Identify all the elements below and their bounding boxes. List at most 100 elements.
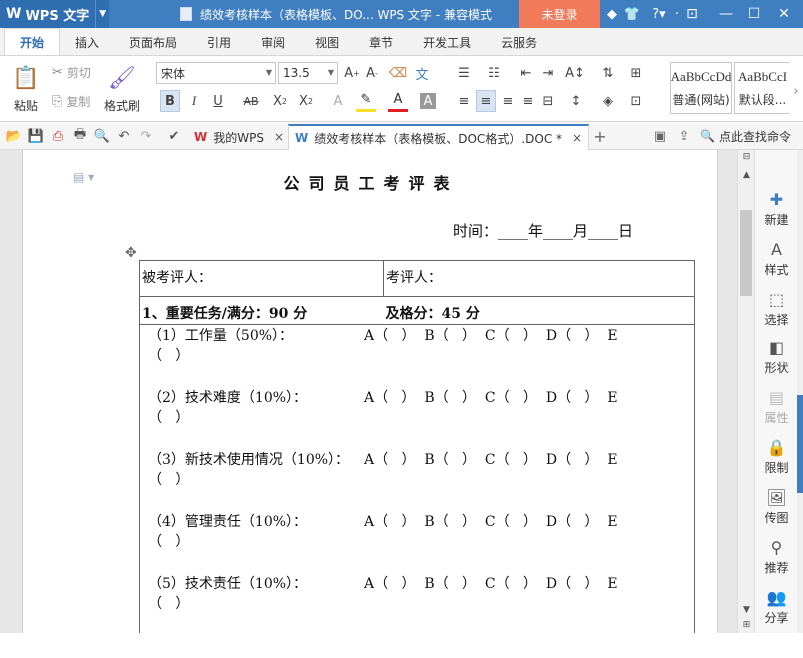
align-center-icon[interactable]: ≡ [476, 90, 496, 112]
close-icon[interactable]: × [572, 131, 582, 145]
close-icon[interactable]: × [274, 130, 284, 144]
window-title-text: 绩效考核样本（表格模板、DO... WPS 文字 - 兼容模式 [200, 7, 492, 22]
tab-developer[interactable]: 开发工具 [408, 29, 486, 55]
tab-section[interactable]: 章节 [354, 29, 408, 55]
tab-page-layout[interactable]: 页面布局 [114, 29, 192, 55]
clear-format-icon[interactable]: ⌫ [388, 62, 408, 84]
numbering-icon[interactable]: ☷ [484, 62, 504, 84]
pane-toggle-handle[interactable] [797, 395, 803, 493]
font-size-select[interactable]: 13.5 ▼ [278, 62, 338, 84]
shading-icon[interactable]: ◈ [598, 90, 618, 112]
strikethrough-icon[interactable]: AB [238, 90, 264, 112]
help-icon[interactable]: ?▾ [648, 0, 670, 28]
bold-icon[interactable]: B [160, 90, 180, 112]
new-tab-button[interactable]: + [590, 126, 610, 146]
document-area: ▤ ▾ 公司员工考评表 时间：____年____月____日 ✥ 被考评人： 考… [0, 150, 737, 633]
evaluator-cell[interactable]: 考评人： [383, 260, 695, 297]
undo-icon[interactable]: ↶ [114, 126, 134, 146]
collapse-icon[interactable]: ⊟ [738, 152, 755, 162]
taskpane-restrict[interactable]: 🔒 限制 [755, 438, 798, 476]
bullets-icon[interactable]: ☰ [454, 62, 474, 84]
tab-references[interactable]: 引用 [192, 29, 246, 55]
taskpane-upload-image[interactable]: 🖼 传图 [755, 488, 798, 526]
vertical-scrollbar[interactable]: ⊟ ▲ ▼ ⊞ [737, 150, 754, 633]
increase-indent-icon[interactable]: ⇥ [538, 62, 558, 84]
subscript-icon[interactable]: X2 [296, 90, 316, 112]
taskpane-property[interactable]: ▤ 属性 [755, 388, 798, 426]
doc-tab-label: 我的WPS [213, 130, 264, 145]
taskpane-style[interactable]: A 样式 [755, 240, 798, 278]
scroll-down-icon[interactable]: ▼ [738, 605, 755, 615]
taskpane-select[interactable]: ⬚ 选择 [755, 290, 798, 328]
text-effect-icon[interactable]: A [328, 90, 348, 112]
highlight-icon[interactable]: ✎ [356, 90, 376, 112]
share-doc-icon[interactable]: ⇪ [674, 126, 694, 146]
superscript-icon[interactable]: X2 [270, 90, 290, 112]
evaluatee-cell[interactable]: 被考评人： [139, 260, 384, 297]
copy-button[interactable]: ⎘ 复制 [52, 90, 90, 112]
restore-ribbon-icon[interactable]: ⊡ [678, 0, 706, 28]
task-name: （1）工作量（50%）： [148, 328, 294, 344]
italic-icon[interactable]: I [184, 90, 204, 112]
minimize-button[interactable]: — [712, 0, 740, 28]
style-gallery-more-icon[interactable]: › [790, 80, 802, 102]
app-menu-dropdown-icon[interactable]: ▼ [95, 0, 110, 28]
close-button[interactable]: ✕ [770, 0, 798, 28]
customize-quickbar-icon[interactable]: ✔ [164, 126, 184, 146]
section1-pass-cell[interactable]: 及格分：45 分 [383, 296, 695, 325]
decrease-indent-icon[interactable]: ⇤ [516, 62, 536, 84]
print-icon[interactable]: 🖶 [70, 126, 90, 146]
paste-button[interactable]: 📋 粘贴 [4, 60, 48, 118]
style-normal-web[interactable]: AaBbCcDd 普通(网站) [670, 62, 732, 114]
grow-font-icon[interactable]: A + [342, 62, 362, 84]
style-default-paragraph[interactable]: AaBbCcI 默认段... [734, 62, 790, 114]
table-move-handle-icon[interactable]: ✥ [125, 245, 137, 261]
skin-icon[interactable]: ◆ [604, 0, 620, 28]
line-spacing-icon[interactable]: ↕ [566, 90, 586, 112]
tab-cloud[interactable]: 云服务 [486, 29, 552, 55]
shrink-font-icon[interactable]: A- [362, 62, 382, 84]
taskpane-new[interactable]: ✚ 新建 [755, 190, 798, 228]
document-page[interactable]: ▤ ▾ 公司员工考评表 时间：____年____月____日 ✥ 被考评人： 考… [22, 150, 718, 633]
print-preview-icon[interactable]: 🔍 [92, 126, 112, 146]
app-menu-button[interactable]: W WPS 文字 [0, 0, 96, 28]
section1-title-cell[interactable]: 1、重要任务/满分：90 分 [139, 296, 384, 325]
justify-icon[interactable]: ≡ [518, 90, 538, 112]
tasks-cell[interactable]: （1）工作量（50%）： A（ ） B（ ） C（ ） D（ ） E （ ） （… [139, 324, 695, 633]
tab-view[interactable]: 视图 [300, 29, 354, 55]
font-color-icon[interactable]: A [388, 90, 408, 112]
page-nav-icon[interactable]: ⊞ [738, 620, 755, 630]
collaborate-icon[interactable]: ▣ [650, 126, 670, 146]
distribute-icon[interactable]: ⊟ [538, 90, 558, 112]
align-right-icon[interactable]: ≡ [498, 90, 518, 112]
taskpane-recommend[interactable]: ⚲ 推荐 [755, 538, 798, 576]
login-button[interactable]: 未登录 [519, 0, 600, 28]
align-left-icon[interactable]: ≡ [454, 90, 474, 112]
doc-tab-current[interactable]: W 绩效考核样本（表格模板、DOC格式）.DOC * × [288, 124, 590, 150]
cut-button[interactable]: ✂ 剪切 [52, 61, 91, 83]
borders-icon[interactable]: ⊡ [626, 90, 646, 112]
phonetic-icon[interactable]: 文 [412, 62, 432, 84]
taskpane-share[interactable]: 👥 分享 [755, 588, 798, 626]
shirt-icon[interactable]: 👕 [622, 0, 642, 28]
tab-insert[interactable]: 插入 [60, 29, 114, 55]
doc-tab-my-wps[interactable]: W 我的WPS × [188, 124, 290, 150]
font-name-select[interactable]: 宋体 ▼ [156, 62, 276, 84]
format-painter-button[interactable]: 🖌 格式刷 [100, 60, 144, 118]
maximize-button[interactable]: ☐ [740, 0, 768, 28]
text-direction-icon[interactable]: A↕ [562, 62, 588, 84]
tab-review[interactable]: 审阅 [246, 29, 300, 55]
command-search[interactable]: 🔍 点此查找命令 [700, 126, 791, 146]
underline-icon[interactable]: U [208, 90, 228, 112]
scroll-up-icon[interactable]: ▲ [738, 170, 755, 180]
redo-icon[interactable]: ↷ [136, 126, 156, 146]
save-icon[interactable]: 💾 [26, 126, 46, 146]
scrollbar-thumb[interactable] [740, 210, 752, 296]
sort-icon[interactable]: ⇅ [598, 62, 618, 84]
open-folder-icon[interactable]: 📂 [4, 126, 24, 146]
char-shading-icon[interactable]: A [420, 93, 436, 109]
tab-home[interactable]: 开始 [4, 28, 61, 55]
table-grid-icon[interactable]: ⊞ [626, 62, 646, 84]
export-pdf-icon[interactable]: ⎙ [48, 126, 68, 146]
taskpane-shape[interactable]: ◧ 形状 [755, 338, 798, 376]
